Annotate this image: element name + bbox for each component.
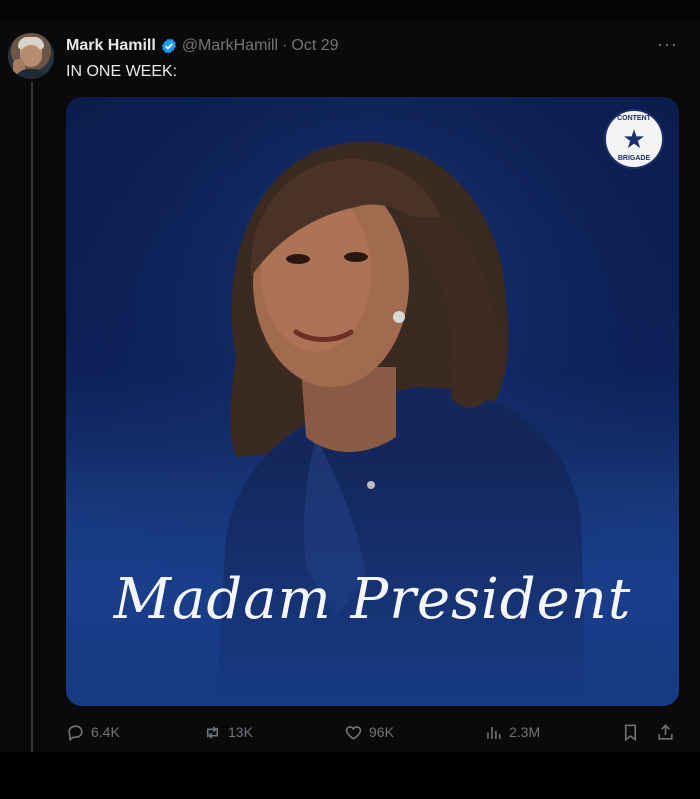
author-name[interactable]: Mark Hamill — [66, 37, 156, 55]
share-button[interactable] — [656, 720, 675, 744]
reply-count: 6.4K — [91, 724, 120, 740]
script-title: Madam President — [113, 567, 632, 632]
heart-icon — [345, 725, 362, 740]
repost-count: 13K — [228, 724, 253, 740]
tweet-date[interactable]: Oct 29 — [291, 37, 338, 55]
repost-icon — [206, 725, 219, 739]
action-bar: 6.4K 13K 96K 2.3M — [66, 720, 686, 744]
bottom-bar — [0, 752, 700, 799]
tweet-card[interactable]: Mark Hamill @MarkHamill · Oct 29 ··· IN … — [0, 20, 700, 752]
content-brigade-logo: CONTENT ★ BRIGADE — [604, 109, 664, 169]
views-button[interactable]: 2.3M — [484, 720, 540, 744]
reply-icon — [68, 724, 83, 741]
tweet-text: IN ONE WEEK: — [66, 63, 178, 80]
badge-bottom-text: BRIGADE — [617, 155, 651, 162]
separator-dot: · — [282, 37, 288, 54]
view-count: 2.3M — [509, 724, 541, 740]
share-icon — [658, 723, 673, 740]
star-icon: ★ — [622, 124, 646, 154]
author-handle[interactable]: @MarkHamill — [182, 37, 278, 55]
tweet-header: Mark Hamill @MarkHamill · Oct 29 — [66, 36, 339, 56]
reply-button[interactable]: 6.4K — [66, 720, 120, 744]
top-bar — [0, 0, 700, 20]
more-options-icon[interactable]: ··· — [657, 35, 678, 53]
repost-button[interactable]: 13K — [203, 720, 253, 744]
bookmark-icon — [624, 724, 637, 741]
badge-top-text: CONTENT — [617, 115, 651, 122]
like-button[interactable]: 96K — [344, 720, 394, 744]
verified-badge-icon — [161, 38, 176, 54]
thread-line — [31, 82, 33, 752]
avatar-shirt — [14, 69, 48, 79]
bar-chart-icon — [487, 726, 501, 739]
like-count: 96K — [369, 724, 394, 740]
avatar[interactable] — [8, 33, 54, 79]
tweet-image[interactable]: Madam President CONTENT ★ BRIGADE — [66, 97, 679, 706]
bookmark-button[interactable] — [621, 720, 640, 744]
